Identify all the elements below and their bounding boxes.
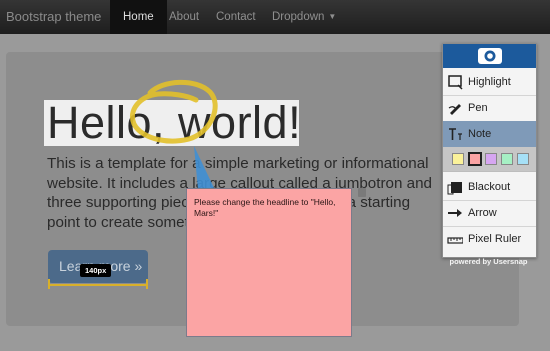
highlight-icon — [448, 75, 463, 90]
pen-icon — [448, 104, 461, 115]
tool-arrow[interactable]: Arrow — [443, 200, 536, 227]
tool-pixel-ruler[interactable]: Pixel Ruler — [443, 226, 536, 252]
swatch-blue[interactable] — [517, 153, 529, 165]
arrow-icon — [448, 209, 462, 217]
camera-icon — [478, 48, 502, 64]
swatch-green[interactable] — [501, 153, 513, 165]
swatch-pink[interactable] — [468, 152, 482, 166]
tool-blackout[interactable]: Blackout — [443, 174, 536, 201]
swatch-yellow[interactable] — [452, 153, 464, 165]
tool-highlight[interactable]: Highlight — [443, 69, 536, 96]
tool-label: Arrow — [468, 207, 497, 219]
swatch-purple[interactable] — [485, 153, 497, 165]
annotation-toolbar: Highlight Pen Note Blackout Arrow Pixel … — [442, 43, 537, 258]
tool-label: Pixel Ruler — [468, 233, 522, 245]
sticky-note[interactable]: Please change the headline to "Hello, Ma… — [186, 188, 352, 337]
tool-label: Pen — [468, 102, 488, 114]
tool-label: Blackout — [468, 181, 511, 193]
ruler-icon — [447, 237, 463, 244]
color-swatches — [443, 147, 536, 172]
pen-circle-annotation[interactable] — [130, 79, 218, 144]
tool-label: Note — [468, 128, 492, 140]
tool-note[interactable]: Note — [443, 121, 536, 148]
toolbar-header — [443, 44, 536, 68]
tool-pen[interactable]: Pen — [443, 95, 536, 122]
powered-by-label[interactable]: powered by Usersnap — [442, 257, 535, 266]
note-icon — [449, 128, 462, 140]
sticky-note-text[interactable]: Please change the headline to "Hello, Ma… — [194, 197, 344, 219]
arrow-annotation[interactable] — [194, 146, 214, 190]
tool-label: Highlight — [468, 76, 511, 88]
blackout-icon — [447, 182, 462, 195]
trash-icon[interactable] — [358, 188, 366, 197]
